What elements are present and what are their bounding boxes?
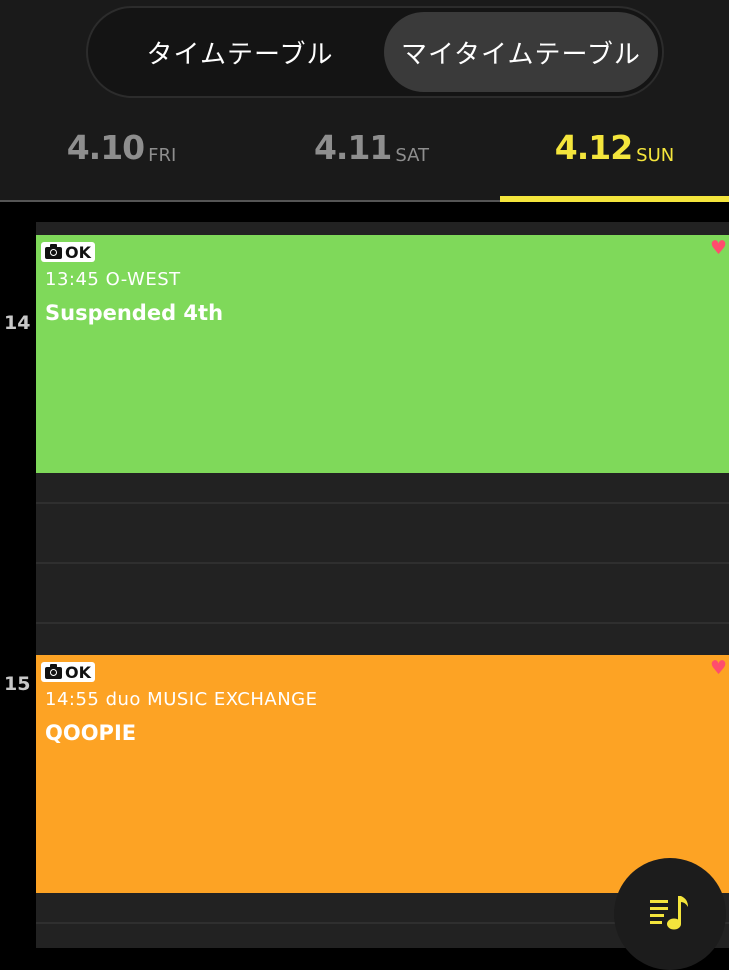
day-tab-4-11[interactable]: 4.11 SAT: [243, 128, 500, 200]
photo-ok-label: OK: [65, 242, 91, 262]
timetable-segment-button[interactable]: タイムテーブル: [98, 12, 382, 92]
day-tab-weekday: SAT: [395, 145, 430, 166]
day-tab-4-12[interactable]: 4.12 SUN: [500, 128, 729, 200]
photo-ok-badge: OK: [41, 662, 95, 682]
grid-line: [36, 562, 729, 564]
header: タイムテーブル マイタイムテーブル 4.10 FRI 4.11 SAT 4.12…: [0, 0, 729, 200]
playlist-music-icon: [650, 896, 688, 930]
grid-line: [36, 502, 729, 504]
my-timetable-segment-button[interactable]: マイタイムテーブル: [384, 12, 658, 92]
event-card-suspended-4th[interactable]: OK ♥ 13:45 O-WEST Suspended 4th: [36, 235, 729, 473]
hour-label-14: 14: [4, 312, 31, 334]
heart-icon[interactable]: ♥: [710, 239, 727, 258]
photo-ok-label: OK: [65, 662, 91, 682]
event-time-venue: 13:45 O-WEST: [45, 269, 181, 290]
day-tab-date: 4.12: [554, 128, 633, 167]
timetable-segmented-control: タイムテーブル マイタイムテーブル: [86, 6, 664, 98]
active-tab-indicator: [500, 196, 729, 202]
grid-line: [36, 622, 729, 624]
event-artist: QOOPIE: [45, 721, 137, 745]
event-card-qoopie[interactable]: OK ♥ 14:55 duo MUSIC EXCHANGE QOOPIE: [36, 655, 729, 893]
day-tab-weekday: FRI: [148, 145, 177, 166]
day-tab-date: 4.11: [313, 128, 392, 167]
heart-icon[interactable]: ♥: [710, 659, 727, 678]
playlist-fab-button[interactable]: [614, 858, 726, 970]
event-time-venue: 14:55 duo MUSIC EXCHANGE: [45, 689, 318, 710]
day-tab-date: 4.10: [66, 128, 145, 167]
camera-icon: [45, 664, 62, 679]
camera-icon: [45, 244, 62, 259]
day-tab-weekday: SUN: [636, 145, 675, 166]
hour-label-15: 15: [4, 673, 31, 695]
day-tab-4-10[interactable]: 4.10 FRI: [0, 128, 243, 200]
photo-ok-badge: OK: [41, 242, 95, 262]
event-artist: Suspended 4th: [45, 301, 224, 325]
